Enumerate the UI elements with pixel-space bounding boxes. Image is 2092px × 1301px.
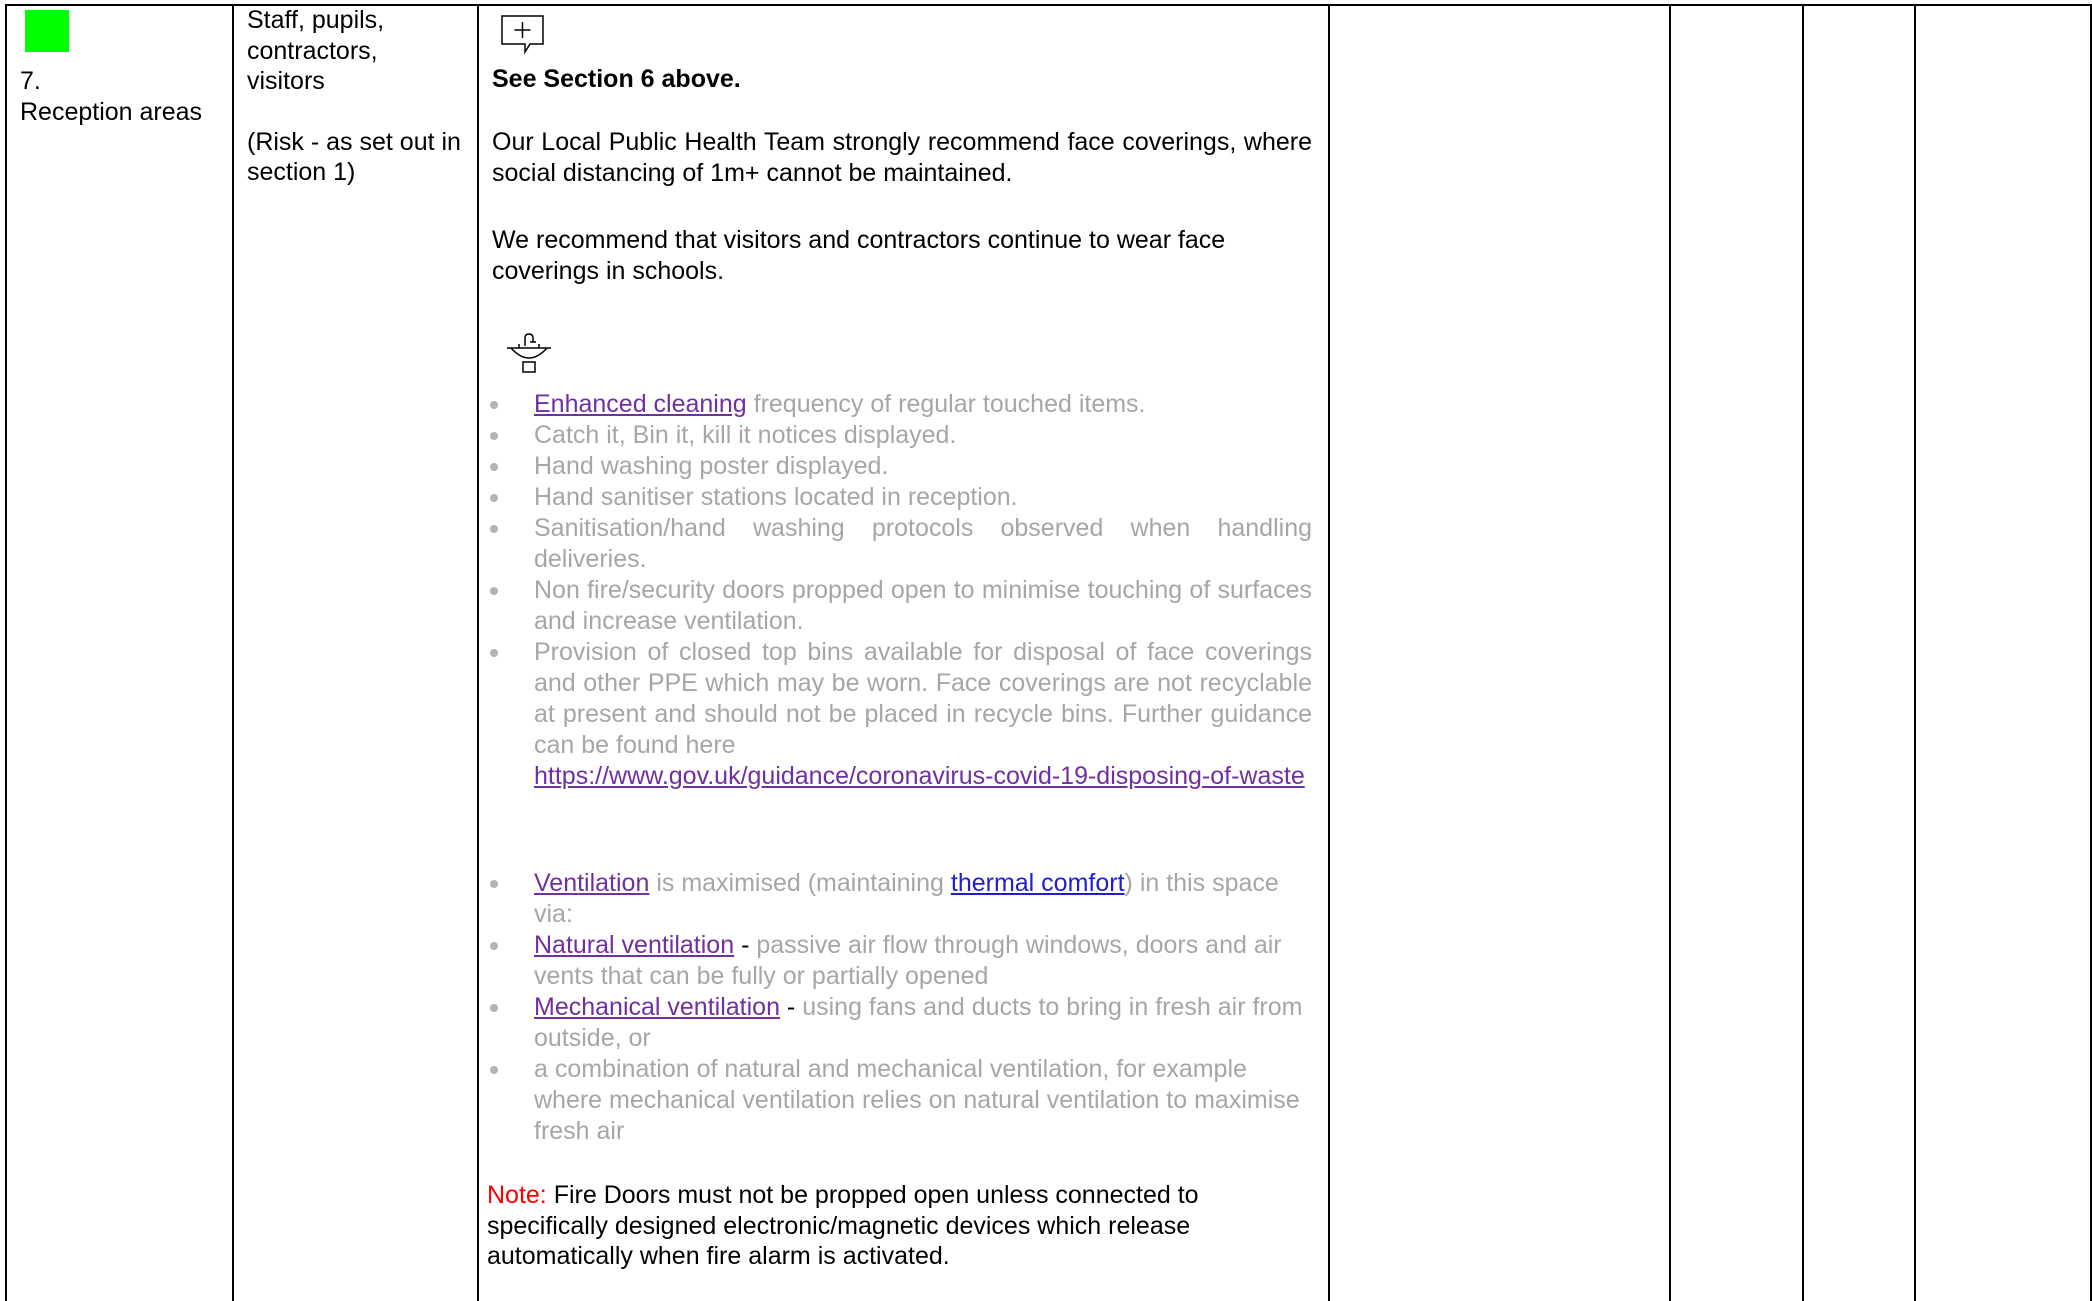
hygiene-measures-list: Enhanced cleaning frequency of regular t… <box>490 389 1312 792</box>
list-item-text: a combination of natural and mechanical … <box>534 1055 1300 1145</box>
note-text: Fire Doors must not be propped open unle… <box>487 1181 1199 1270</box>
bullet-dot <box>490 1004 498 1012</box>
area-cell: 7. Reception areas <box>20 66 225 127</box>
column-border <box>477 5 479 1301</box>
bullet-dot <box>490 942 498 950</box>
list-item: Mechanical ventilation - using fans and … <box>490 992 1312 1054</box>
natural-ventilation-link[interactable]: Natural ventilation <box>534 931 734 959</box>
column-border <box>1914 5 1916 1301</box>
bullet-dot <box>490 587 498 595</box>
bullet-dot <box>490 494 498 502</box>
area-name: Reception areas <box>20 97 203 126</box>
bullet-dot <box>490 525 498 533</box>
list-item-text: Hand sanitiser stations located in recep… <box>534 483 1018 511</box>
list-item-text: frequency of regular touched items. <box>746 390 1146 418</box>
hand-wash-sink-icon <box>505 332 553 378</box>
visitors-paragraph: We recommend that visitors and contracto… <box>492 226 1226 285</box>
bullet-dot <box>490 880 498 888</box>
list-item-text: Hand washing poster displayed. <box>534 452 889 480</box>
who-at-risk: Staff, pupils, contractors, visitors <box>247 6 385 95</box>
bullet-dot <box>490 463 498 471</box>
dash: - <box>779 993 803 1021</box>
list-item: Enhanced cleaning frequency of regular t… <box>490 389 1312 420</box>
list-item: Hand sanitiser stations located in recep… <box>490 482 1312 513</box>
waste-guidance-link[interactable]: https://www.gov.uk/guidance/coronavirus-… <box>534 761 1312 792</box>
see-section-text: See Section 6 above. <box>492 65 741 93</box>
list-item-text: Provision of closed top bins available f… <box>534 638 1312 759</box>
list-item: Catch it, Bin it, kill it notices displa… <box>490 420 1312 451</box>
bullet-dot <box>490 432 498 440</box>
enhanced-cleaning-link[interactable]: Enhanced cleaning <box>534 390 747 418</box>
mechanical-ventilation-link[interactable]: Mechanical ventilation <box>534 993 780 1021</box>
risk-rating-indicator <box>25 10 69 52</box>
column-border <box>232 5 234 1301</box>
list-item: a combination of natural and mechanical … <box>490 1054 1312 1147</box>
column-border <box>1802 5 1804 1301</box>
column-border <box>5 5 7 1301</box>
list-item: Natural ventilation - passive air flow t… <box>490 930 1312 992</box>
list-item-text: Non fire/security doors propped open to … <box>534 576 1312 635</box>
note-label: Note: <box>487 1181 547 1209</box>
ventilation-link[interactable]: Ventilation <box>534 869 649 897</box>
fire-door-note: Note: Fire Doors must not be propped ope… <box>487 1180 1312 1272</box>
list-item: Non fire/security doors propped open to … <box>490 575 1312 637</box>
list-item-text: Catch it, Bin it, kill it notices displa… <box>534 421 957 449</box>
list-item: Hand washing poster displayed. <box>490 451 1312 482</box>
list-item-text: is maximised (maintaining <box>649 869 951 897</box>
list-item-text: Sanitisation/hand washing protocols obse… <box>534 514 1312 573</box>
column-border <box>1328 5 1330 1301</box>
risk-note: (Risk - as set out in section 1) <box>247 127 461 187</box>
list-item: Sanitisation/hand washing protocols obse… <box>490 513 1312 575</box>
thermal-comfort-link[interactable]: thermal comfort <box>951 869 1125 897</box>
bullet-dot <box>490 401 498 409</box>
ventilation-list: Ventilation is maximised (maintaining th… <box>490 868 1312 1147</box>
who-at-risk-cell: Staff, pupils, contractors, visitors (Ri… <box>247 5 465 188</box>
list-item: Ventilation is maximised (maintaining th… <box>490 868 1312 930</box>
comment-add-icon[interactable] <box>500 14 546 56</box>
row-number: 7. <box>20 67 41 95</box>
list-item: Provision of closed top bins available f… <box>490 637 1312 792</box>
dash: - <box>734 931 757 959</box>
column-border <box>1669 5 1671 1301</box>
bullet-dot <box>490 649 498 657</box>
face-coverings-paragraph: Our Local Public Health Team strongly re… <box>492 128 1312 187</box>
bullet-dot <box>490 1066 498 1074</box>
